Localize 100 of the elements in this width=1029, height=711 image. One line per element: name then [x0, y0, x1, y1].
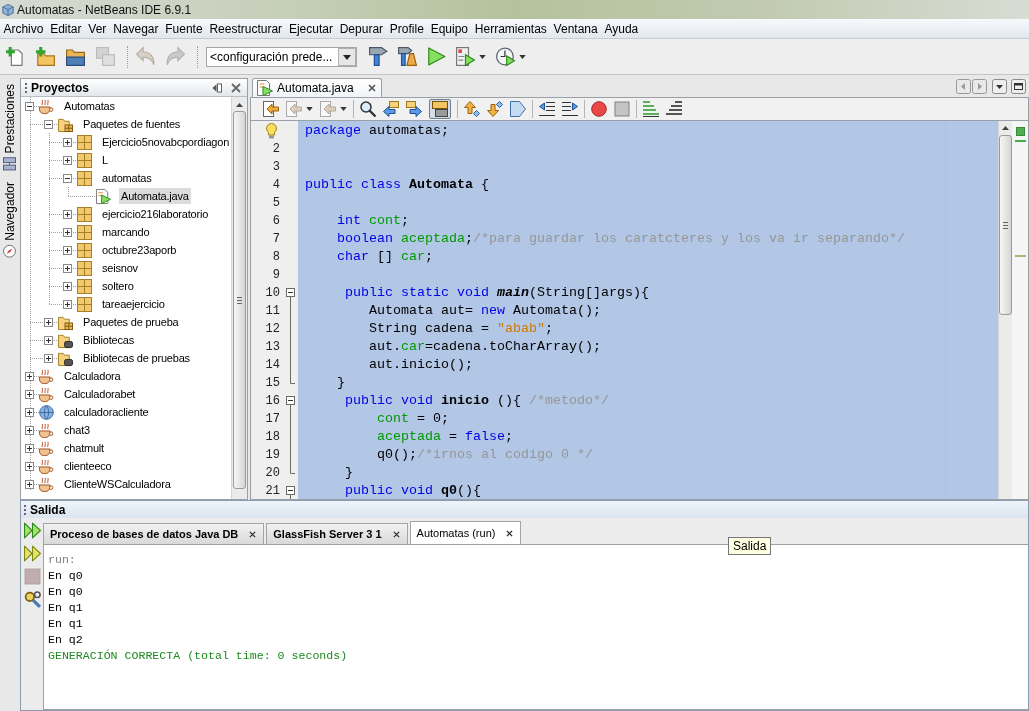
lines-icon[interactable] — [643, 101, 659, 117]
expand-icon[interactable] — [25, 425, 34, 435]
expand-icon[interactable] — [25, 479, 34, 489]
side-tab[interactable]: Prestaciones — [3, 84, 17, 171]
status-square-icon[interactable] — [1015, 127, 1025, 136]
menu-item[interactable]: Fuente — [161, 20, 206, 37]
expand-icon[interactable] — [63, 227, 72, 237]
menu-item[interactable]: Ver — [84, 20, 110, 37]
scroll-thumb[interactable] — [233, 111, 246, 489]
outdent-icon[interactable] — [539, 101, 555, 117]
folder-plus-icon[interactable] — [36, 47, 55, 66]
expand-icon[interactable] — [44, 335, 53, 345]
close-icon[interactable] — [231, 82, 241, 93]
close-icon[interactable] — [249, 530, 257, 538]
expand-icon[interactable] — [25, 371, 34, 381]
configuration-dropdown[interactable]: <configuración prede... — [206, 46, 358, 67]
expand-icon[interactable] — [25, 443, 34, 453]
tree-item[interactable]: Bibliotecas — [81, 332, 136, 348]
editor-tab[interactable]: Automata.java — [252, 78, 382, 97]
tree-item[interactable]: automatas — [100, 170, 154, 186]
menu-item[interactable]: Editar — [46, 20, 85, 37]
output-tab[interactable]: Proceso de bases de datos Java DB — [43, 523, 265, 544]
menu-item[interactable]: Ejecutar — [285, 20, 337, 37]
expand-icon[interactable] — [63, 299, 72, 309]
expand-icon[interactable] — [63, 281, 72, 291]
tree-item[interactable]: octubre23aporb — [100, 242, 179, 258]
menu-item[interactable]: Herramientas — [471, 20, 551, 37]
play-icon[interactable] — [427, 47, 447, 66]
tree-item[interactable]: Calculadora — [62, 368, 123, 384]
tree-item[interactable]: Automatas — [62, 98, 117, 114]
lightbulb-icon[interactable] — [266, 123, 277, 139]
tree-item[interactable]: seisnov — [100, 260, 140, 276]
close-icon[interactable] — [367, 84, 376, 92]
caret-icon[interactable] — [519, 54, 527, 59]
indent-icon[interactable] — [562, 101, 578, 117]
arrow-down-icon[interactable] — [487, 101, 503, 117]
close-icon[interactable] — [506, 529, 514, 537]
page-plus-icon[interactable] — [6, 47, 25, 66]
tree-item[interactable]: Paquetes de fuentes — [81, 116, 183, 132]
tree-item[interactable]: Calculadorabet — [62, 386, 138, 402]
expand-icon[interactable] — [25, 389, 34, 399]
fast-forward-icon[interactable] — [23, 522, 41, 539]
tree-item[interactable]: tareaejercicio — [100, 296, 167, 312]
stripe-mark[interactable] — [1014, 140, 1026, 142]
expand-icon[interactable] — [25, 407, 34, 417]
output-tab[interactable]: GlassFish Server 3 1 — [266, 523, 408, 544]
vertical-scrollbar[interactable] — [231, 97, 247, 499]
menu-item[interactable]: Equipo — [427, 20, 472, 37]
caret-icon[interactable] — [479, 54, 487, 59]
tree-item[interactable]: chat3 — [62, 422, 92, 438]
settings-icon[interactable] — [23, 591, 41, 608]
tree-item[interactable]: soltero — [100, 278, 136, 294]
search-icon[interactable] — [360, 101, 376, 117]
record-icon[interactable] — [591, 101, 607, 117]
output-tab[interactable]: Automatas (run) — [409, 521, 522, 544]
tree-item[interactable]: clienteeco — [62, 458, 114, 474]
expand-icon[interactable] — [44, 353, 53, 363]
folder-icon[interactable] — [66, 47, 85, 66]
close-icon[interactable] — [392, 530, 400, 538]
up-arrow-icon[interactable] — [236, 103, 243, 107]
menu-item[interactable]: Ayuda — [601, 20, 642, 37]
tree-item[interactable]: marcando — [100, 224, 152, 240]
side-tab[interactable]: Navegador — [3, 182, 17, 259]
menu-item[interactable]: Reestructurar — [206, 20, 286, 37]
expand-icon[interactable] — [63, 209, 72, 219]
arrow-up-icon[interactable] — [464, 101, 480, 117]
tree-item[interactable]: ClienteWSCalculadora — [62, 476, 173, 492]
up-arrow-icon[interactable] — [1002, 126, 1009, 130]
menu-item[interactable]: Navegar — [109, 20, 162, 37]
expand-icon[interactable] — [44, 317, 53, 327]
tree-item[interactable]: calculadoracliente — [62, 404, 151, 420]
clock-play-icon[interactable] — [496, 47, 516, 66]
fast-forward-icon[interactable] — [23, 545, 41, 562]
document-play-icon[interactable] — [456, 47, 476, 66]
collapse-icon[interactable] — [44, 119, 53, 129]
tree-item[interactable]: ejercicio216laboratorio — [100, 206, 211, 222]
hammer-broom-icon[interactable] — [398, 47, 418, 66]
collapse-icon[interactable] — [63, 173, 72, 183]
lines-icon[interactable] — [666, 101, 682, 117]
tree-item[interactable]: L — [100, 152, 110, 168]
menu-item[interactable]: Archivo — [0, 20, 47, 37]
menu-item[interactable]: Depurar — [336, 20, 387, 37]
menu-item[interactable]: Ventana — [550, 20, 602, 37]
caret-icon[interactable] — [338, 47, 357, 66]
menu-item[interactable]: Profile — [386, 20, 428, 37]
tree-item[interactable]: Paquetes de prueba — [81, 314, 181, 330]
dropdown-icon[interactable] — [992, 79, 1007, 94]
scroll-thumb[interactable] — [999, 135, 1012, 315]
tree-item[interactable]: Ejercicio5novabcpordiagon — [100, 134, 232, 150]
expand-icon[interactable] — [63, 263, 72, 273]
maximize-icon[interactable] — [1011, 79, 1026, 94]
vertical-scrollbar[interactable] — [998, 121, 1012, 499]
expand-icon[interactable] — [25, 461, 34, 471]
arrow-right-icon[interactable] — [406, 101, 422, 117]
hammer-icon[interactable] — [369, 47, 389, 66]
expand-icon[interactable] — [63, 137, 72, 147]
expand-icon[interactable] — [63, 245, 72, 255]
arrow-left-icon[interactable] — [383, 101, 399, 117]
minimize-icon[interactable] — [212, 82, 222, 93]
page-arrow-icon[interactable] — [263, 101, 279, 117]
